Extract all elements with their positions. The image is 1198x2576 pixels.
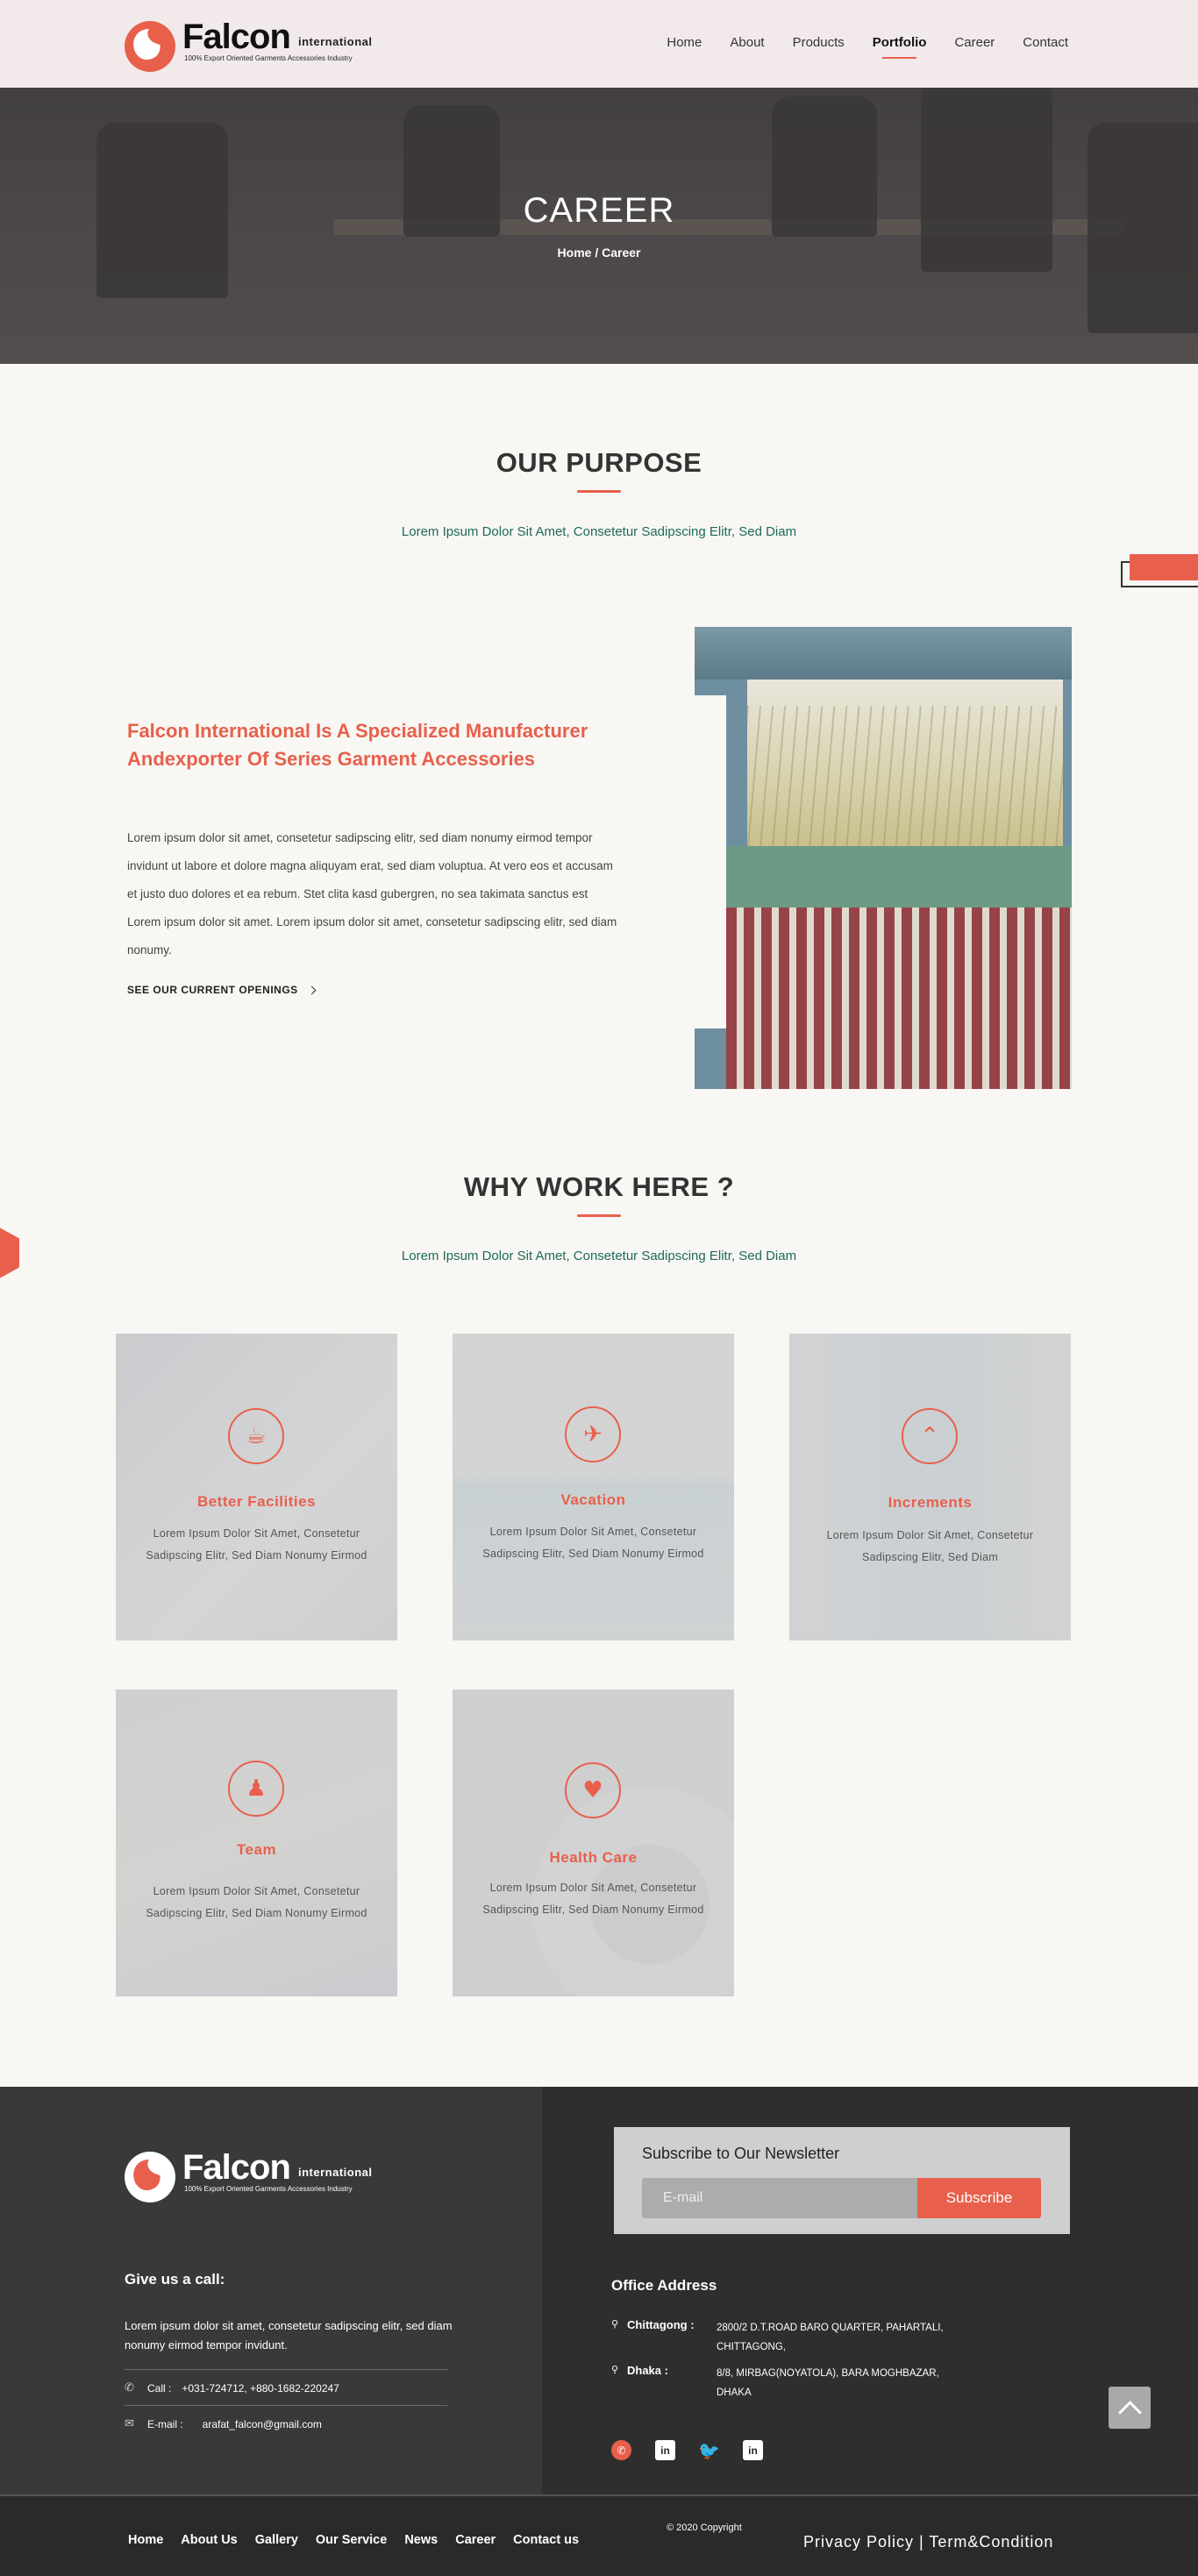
why-title: WHY WORK HERE ? bbox=[463, 1171, 735, 1202]
benefit-card[interactable]: ☕ Better Facilities Lorem Ipsum Dolor Si… bbox=[116, 1334, 397, 1640]
logo-tagline: 100% Export Oriented Garments Accessorie… bbox=[184, 2185, 353, 2193]
current-openings-label: SEE OUR CURRENT OPENINGS bbox=[127, 984, 298, 996]
footer-phone[interactable]: ✆ Call : +031-724712, +880-1682-220247 bbox=[125, 2381, 339, 2395]
coffee-icon: ☕ bbox=[228, 1408, 284, 1464]
logo-suffix: international bbox=[298, 2166, 373, 2179]
current-openings-link[interactable]: SEE OUR CURRENT OPENINGS bbox=[127, 984, 317, 996]
social-links: ✆ in 🐦 in bbox=[611, 2440, 763, 2461]
email-value: arafat_falcon@gmail.com bbox=[202, 2417, 322, 2430]
footer-nav-contact[interactable]: Contact us bbox=[513, 2533, 579, 2547]
purpose-underline bbox=[577, 490, 621, 493]
office-dhaka: ⚲ Dhaka : 8/8, MIRBAG(NOYATOLA), BARA MO… bbox=[611, 2364, 962, 2402]
side-tab-button[interactable] bbox=[1121, 554, 1198, 587]
logo-wordmark: Falcon bbox=[182, 18, 291, 56]
linkedin-icon[interactable]: in bbox=[655, 2440, 675, 2460]
nav-career[interactable]: Career bbox=[954, 35, 995, 50]
why-underline bbox=[577, 1214, 621, 1217]
office-address: 2800/2 D.T.ROAD BARO QUARTER, PAHARTALI,… bbox=[717, 2323, 944, 2352]
mail-icon: ✉ bbox=[125, 2417, 134, 2430]
nav-products[interactable]: Products bbox=[793, 35, 845, 50]
nav-home[interactable]: Home bbox=[667, 35, 702, 50]
twitter-icon[interactable]: 🐦 bbox=[698, 2440, 720, 2461]
logo-tagline: 100% Export Oriented Garments Accessorie… bbox=[184, 54, 353, 62]
benefit-card-title: Team bbox=[236, 1841, 277, 1858]
vacation-icon: ✈ bbox=[565, 1406, 621, 1462]
footer-nav-about[interactable]: About Us bbox=[181, 2533, 237, 2547]
falcon-logo-icon bbox=[125, 2152, 175, 2202]
subscribe-button[interactable]: Subscribe bbox=[917, 2178, 1041, 2218]
benefit-card-title: Better Facilities bbox=[196, 1493, 317, 1510]
benefit-card[interactable]: ✈ Vacation Lorem Ipsum Dolor Sit Amet, C… bbox=[453, 1334, 734, 1640]
purpose-title: OUR PURPOSE bbox=[496, 447, 702, 478]
nav-contact[interactable]: Contact bbox=[1023, 35, 1068, 50]
footer-logo[interactable]: Falcon international 100% Export Oriente… bbox=[125, 2148, 388, 2202]
nav-about[interactable]: About bbox=[730, 35, 764, 50]
purpose-subtitle: Lorem Ipsum Dolor Sit Amet, Consetetur S… bbox=[401, 524, 797, 539]
logo-suffix: international bbox=[298, 35, 373, 48]
nav-portfolio[interactable]: Portfolio bbox=[873, 35, 926, 59]
phone-icon: ✆ bbox=[125, 2381, 134, 2395]
logo-wordmark: Falcon bbox=[182, 2148, 291, 2187]
footer-call-title: Give us a call: bbox=[125, 2271, 225, 2288]
footer-nav-news[interactable]: News bbox=[404, 2533, 438, 2547]
office-address-title: Office Address bbox=[611, 2277, 717, 2294]
footer-description: Lorem ipsum dolor sit amet, consetetur s… bbox=[125, 2319, 453, 2352]
newsletter-title: Subscribe to Our Newsletter bbox=[642, 2145, 840, 2162]
benefit-card-title: Health Care bbox=[549, 1849, 638, 1866]
benefit-card-title: Increments bbox=[888, 1494, 973, 1511]
benefit-card-text: Lorem Ipsum Dolor Sit Amet, Consetetur S… bbox=[482, 1526, 704, 1560]
copyright: © 2020 Copyright bbox=[667, 2523, 742, 2533]
purpose-body: Lorem ipsum dolor sit amet, consetetur s… bbox=[127, 831, 617, 957]
footer-email[interactable]: ✉ E-mail : arafat_falcon@gmail.com bbox=[125, 2417, 322, 2430]
linkedin-icon[interactable]: in bbox=[743, 2440, 763, 2460]
phone-label: Call : bbox=[147, 2381, 172, 2395]
office-city: Chittagong : bbox=[627, 2318, 695, 2331]
benefit-card-title: Vacation bbox=[560, 1491, 626, 1508]
loom-machine-image bbox=[695, 627, 1072, 1089]
page-title: CAREER bbox=[523, 191, 675, 230]
footer-nav-career[interactable]: Career bbox=[455, 2533, 496, 2547]
office-chittagong: ⚲ Chittagong : 2800/2 D.T.ROAD BARO QUAR… bbox=[611, 2318, 962, 2357]
benefit-card[interactable]: ♟ Team Lorem Ipsum Dolor Sit Amet, Conse… bbox=[116, 1690, 397, 1996]
footer-nav: Home About Us Gallery Our Service News C… bbox=[128, 2533, 579, 2547]
benefit-card[interactable]: ⌃ Increments Lorem Ipsum Dolor Sit Amet,… bbox=[789, 1334, 1071, 1640]
main-nav: Home About Products Portfolio Career Con… bbox=[667, 35, 1068, 59]
newsletter-email-input[interactable] bbox=[642, 2178, 917, 2218]
why-subtitle: Lorem Ipsum Dolor Sit Amet, Consetetur S… bbox=[401, 1249, 797, 1263]
benefit-card[interactable]: ♥ Health Care Lorem Ipsum Dolor Sit Amet… bbox=[453, 1690, 734, 1996]
email-label: E-mail : bbox=[147, 2417, 183, 2430]
privacy-policy-link[interactable]: Privacy Policy | Term&Condition bbox=[803, 2533, 1053, 2551]
office-address: 8/8, MIRBAG(NOYATOLA), BARA MOGHBAZAR, D… bbox=[717, 2368, 939, 2398]
whatsapp-icon[interactable]: ✆ bbox=[611, 2440, 631, 2460]
falcon-logo-icon bbox=[125, 21, 175, 72]
footer-nav-service[interactable]: Our Service bbox=[316, 2533, 387, 2547]
benefit-card-text: Lorem Ipsum Dolor Sit Amet, Consetetur S… bbox=[146, 1527, 367, 1562]
phone-value: +031-724712, +880-1682-220247 bbox=[182, 2381, 339, 2395]
double-chevron-up-icon: ⌃ bbox=[902, 1408, 958, 1464]
chevron-right-icon bbox=[307, 986, 317, 994]
site-header: Falcon international 100% Export Oriente… bbox=[0, 0, 1198, 88]
benefit-card-text: Lorem Ipsum Dolor Sit Amet, Consetetur S… bbox=[826, 1529, 1034, 1563]
team-icon: ♟ bbox=[228, 1761, 284, 1817]
benefit-card-text: Lorem Ipsum Dolor Sit Amet, Consetetur S… bbox=[482, 1882, 704, 1916]
footer-divider bbox=[125, 2369, 447, 2370]
footer-nav-gallery[interactable]: Gallery bbox=[255, 2533, 298, 2547]
footer-divider bbox=[125, 2405, 447, 2406]
location-pin-icon: ⚲ bbox=[611, 2364, 619, 2375]
newsletter-box: Subscribe to Our Newsletter Subscribe bbox=[614, 2127, 1070, 2234]
benefit-card-text: Lorem Ipsum Dolor Sit Amet, Consetetur S… bbox=[146, 1885, 367, 1919]
office-city: Dhaka : bbox=[627, 2364, 668, 2377]
purpose-heading: Falcon International Is A Specialized Ma… bbox=[127, 720, 588, 770]
footer-nav-home[interactable]: Home bbox=[128, 2533, 163, 2547]
site-logo[interactable]: Falcon international 100% Export Oriente… bbox=[125, 18, 388, 72]
health-heart-icon: ♥ bbox=[565, 1762, 621, 1818]
breadcrumb[interactable]: Home / Career bbox=[0, 246, 1198, 260]
scroll-to-top-button[interactable] bbox=[1109, 2387, 1151, 2429]
location-pin-icon: ⚲ bbox=[611, 2318, 619, 2330]
hero-banner: CAREER Home / Career bbox=[0, 88, 1198, 364]
bottom-bar: Home About Us Gallery Our Service News C… bbox=[0, 2494, 1198, 2576]
